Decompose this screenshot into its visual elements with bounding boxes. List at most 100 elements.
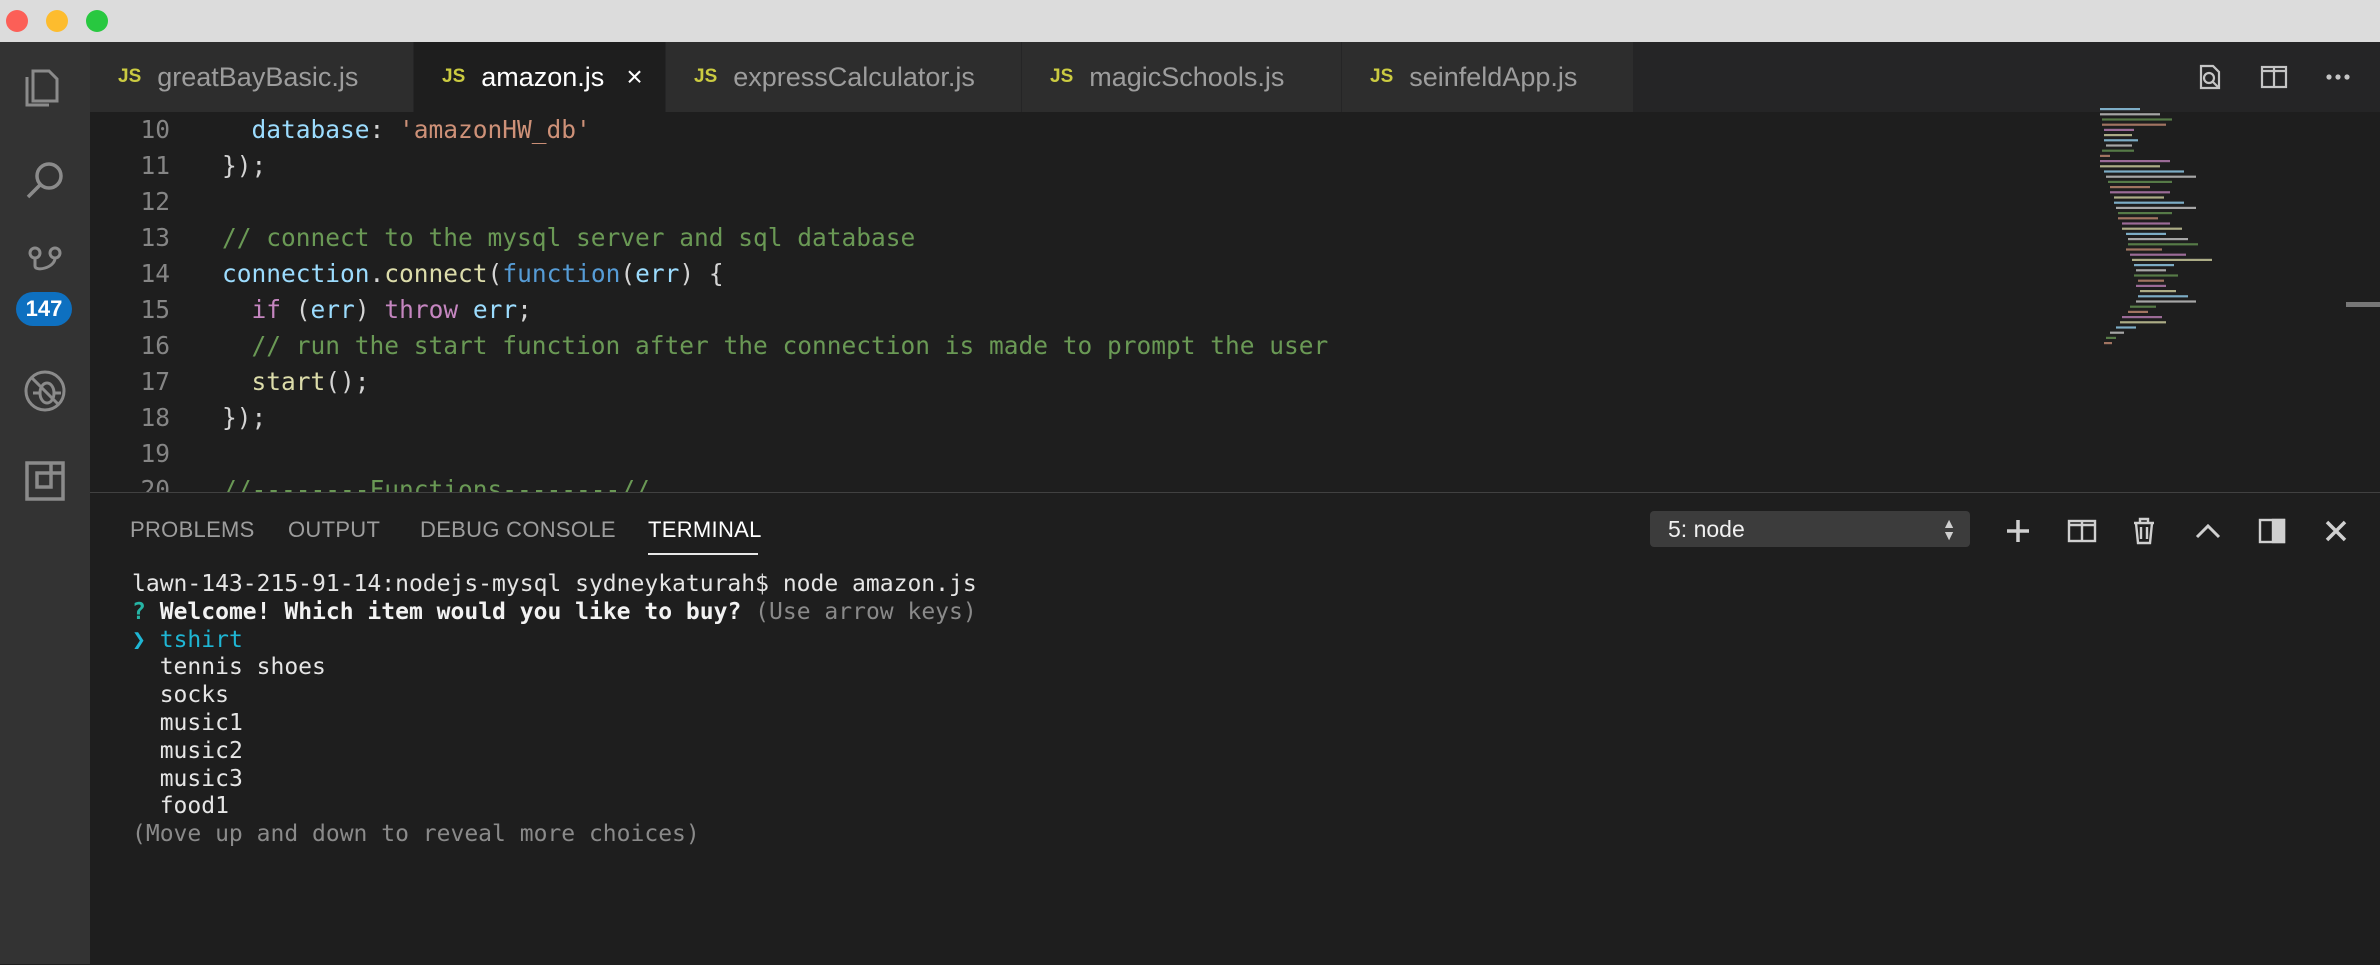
window-minimize-button[interactable] <box>46 10 68 32</box>
code-line[interactable]: 16 // run the start function after the c… <box>90 328 1990 364</box>
minimap-line <box>2100 108 2140 111</box>
tab-amazon[interactable]: JS amazon.js × <box>414 42 666 112</box>
terminal-output[interactable]: lawn-143-215-91-14:nodejs-mysql sydneyka… <box>132 571 977 849</box>
terminal-choice[interactable]: music2 <box>132 738 977 766</box>
code-token: err <box>310 295 355 324</box>
code-token: ( <box>487 259 503 288</box>
explorer-icon[interactable] <box>0 42 90 132</box>
terminal-selected-choice[interactable]: ❯ tshirt <box>132 627 977 655</box>
line-number: 10 <box>140 115 170 144</box>
code-token: (); <box>325 367 370 396</box>
window-close-button[interactable] <box>6 10 28 32</box>
minimap-line <box>2110 331 2124 334</box>
choice-label: music3 <box>159 765 243 792</box>
tab-problems[interactable]: PROBLEMS <box>130 517 255 543</box>
tab-label: amazon.js <box>481 61 605 92</box>
code-token: // connect to the mysql server and sql d… <box>222 223 916 252</box>
line-number: 13 <box>140 223 170 252</box>
code-line[interactable]: 14 connection.connect(function(err) { <box>90 256 1990 292</box>
code-token: ) { <box>679 259 724 288</box>
search-icon[interactable] <box>0 136 90 226</box>
code-token: : <box>369 115 400 144</box>
tab-seinfeldapp[interactable]: JS seinfeldApp.js <box>1342 42 1634 112</box>
tab-greatbaybasic[interactable]: JS greatBayBasic.js <box>90 42 414 112</box>
choice-label: tshirt <box>159 626 243 653</box>
line-number: 17 <box>140 367 170 396</box>
terminal-select-value: 5: node <box>1668 515 1745 542</box>
prompt-question: Welcome! Which item would you like to bu… <box>159 598 742 625</box>
source-control-badge: 147 <box>16 292 72 326</box>
tab-label: expressCalculator.js <box>733 61 975 92</box>
terminal-choice[interactable]: music3 <box>132 766 977 794</box>
plus-icon[interactable] <box>1998 511 2038 551</box>
chevron-up-icon[interactable] <box>2188 511 2228 551</box>
maximize-panel-icon[interactable] <box>2252 511 2292 551</box>
minimap-line <box>2126 248 2162 251</box>
minimap-line <box>2132 258 2212 261</box>
code-line[interactable]: 10 database: 'amazonHW_db' <box>90 112 1990 148</box>
terminal-footer: (Move up and down to reveal more choices… <box>132 821 700 848</box>
open-changes-icon[interactable] <box>2178 42 2242 112</box>
minimap-line <box>2104 139 2138 142</box>
minimap-line <box>2104 170 2184 173</box>
code-token: connection <box>222 259 370 288</box>
minimap-line <box>2122 222 2170 225</box>
code-line[interactable]: 18}); <box>90 400 1990 436</box>
code-line[interactable]: 17 start(); <box>90 364 1990 400</box>
choice-label: music1 <box>159 709 243 736</box>
code-line[interactable]: 13 // connect to the mysql server and sql… <box>90 220 1990 256</box>
code-token: // run the start function after the conn… <box>222 331 1329 360</box>
tab-magicschools[interactable]: JS magicSchools.js <box>1022 42 1342 112</box>
close-tab-icon[interactable]: × <box>626 61 642 93</box>
debug-icon[interactable] <box>0 346 90 436</box>
terminal-choice[interactable]: socks <box>132 682 977 710</box>
minimap-line <box>2134 274 2178 277</box>
terminal-choice[interactable]: music1 <box>132 710 977 738</box>
minimap-line <box>2136 300 2196 303</box>
tab-label: seinfeldApp.js <box>1409 61 1578 92</box>
code-line[interactable]: 12 <box>90 184 1990 220</box>
code-line[interactable]: 11}); <box>90 148 1990 184</box>
minimap[interactable] <box>2100 108 2290 408</box>
minimap-line <box>2104 128 2134 131</box>
minimap-line <box>2122 316 2162 319</box>
code-editor[interactable]: 10 database: 'amazonHW_db' 11}); 12 13 // co… <box>90 112 2380 492</box>
code-line[interactable]: 19 <box>90 436 1990 472</box>
trash-icon[interactable] <box>2124 511 2164 551</box>
minimap-line <box>2100 113 2160 116</box>
code-text: connection.connect(function(err) { <box>222 256 724 292</box>
code-text: }); <box>222 148 266 184</box>
terminal-select[interactable]: 5: node ▲ ▼ <box>1650 511 1970 547</box>
line-number: 15 <box>140 295 170 324</box>
choice-label: socks <box>159 682 229 709</box>
minimap-line <box>2130 305 2156 308</box>
tab-debug-console[interactable]: DEBUG CONSOLE <box>420 517 616 543</box>
line-number: 19 <box>140 439 170 468</box>
split-editor-icon[interactable] <box>2242 42 2306 112</box>
terminal-command-line: lawn-143-215-91-14:nodejs-mysql sydneyka… <box>132 571 977 597</box>
tab-expresscalculator[interactable]: JS expressCalculator.js <box>666 42 1022 112</box>
code-line[interactable]: 15 if (err) throw err; <box>90 292 1990 328</box>
terminal-choice[interactable]: food1 <box>132 793 977 821</box>
code-token: ( <box>620 259 636 288</box>
minimap-line <box>2104 134 2132 137</box>
more-actions-icon[interactable] <box>2306 42 2370 112</box>
tab-label: greatBayBasic.js <box>157 61 359 92</box>
close-icon[interactable] <box>2316 511 2356 551</box>
minimap-line <box>2110 186 2150 189</box>
code-token: 'amazonHW_db' <box>399 115 591 144</box>
minimap-line <box>2116 206 2196 209</box>
choice-label: tennis shoes <box>159 654 326 681</box>
code-token: err <box>472 295 518 324</box>
terminal-choice[interactable]: tennis shoes <box>132 654 977 682</box>
extensions-icon[interactable] <box>0 436 90 526</box>
split-icon[interactable] <box>2062 511 2102 551</box>
minimap-line <box>2120 321 2166 324</box>
tab-output[interactable]: OUTPUT <box>288 517 380 543</box>
window-maximize-button[interactable] <box>86 10 108 32</box>
tab-terminal[interactable]: TERMINAL <box>648 517 762 543</box>
minimap-line <box>2118 217 2158 220</box>
code-line[interactable]: 20 //--------Functions--------// <box>90 472 1990 492</box>
